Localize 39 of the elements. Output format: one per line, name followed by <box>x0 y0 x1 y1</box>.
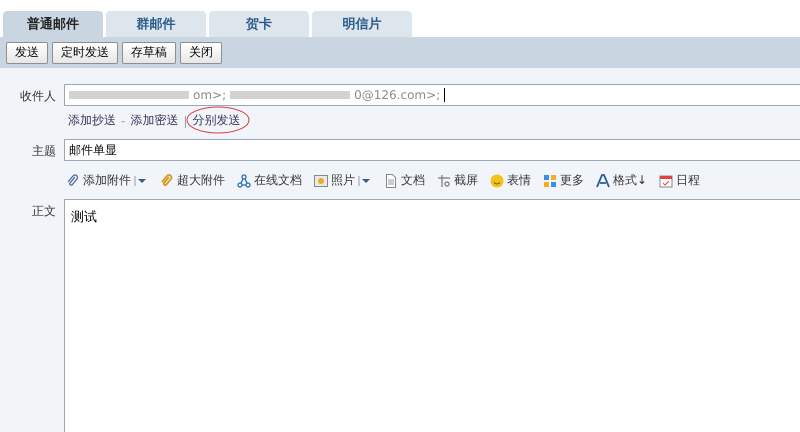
tool-button[interactable]: 格式↓ <box>596 172 648 189</box>
tool-button[interactable]: 日程 <box>659 172 700 189</box>
tool-button[interactable]: 文档 <box>384 172 425 189</box>
link[interactable]: 添加抄送 <box>68 113 116 127</box>
recipients-field[interactable]: om>; 0@126.com>; <box>64 84 800 106</box>
recipient-text: 0@126.com>; <box>354 88 440 102</box>
tool-button[interactable]: 超大附件 <box>160 172 225 189</box>
font-icon <box>596 174 610 188</box>
subject-field[interactable]: 邮件单显 <box>64 139 800 161</box>
document-icon <box>384 174 398 188</box>
recipient-text: om>; <box>193 88 226 102</box>
photo-icon <box>314 174 328 188</box>
grid-icon <box>543 174 557 188</box>
tool-button[interactable]: 在线文档 <box>237 172 302 189</box>
tab[interactable]: 普通邮件 <box>3 11 103 37</box>
tool-button[interactable]: 照片 <box>314 172 372 189</box>
field-label: 主题 <box>32 143 57 160</box>
action-button[interactable]: 定时发送 <box>52 42 118 64</box>
action-button[interactable]: 关闭 <box>180 42 222 64</box>
action-button[interactable]: 存草稿 <box>122 42 176 64</box>
paperclip-icon <box>66 174 80 188</box>
tool-button[interactable]: 更多 <box>543 172 584 189</box>
tool-button[interactable]: 截屏 <box>437 172 478 189</box>
separator-text: - <box>121 114 126 128</box>
tab[interactable]: 群邮件 <box>106 11 206 37</box>
separator-text: | <box>183 114 188 128</box>
tab[interactable]: 贺卡 <box>209 11 309 37</box>
link[interactable]: 添加密送 <box>130 113 178 127</box>
field-label: 正文 <box>32 203 57 220</box>
tab[interactable]: 明信片 <box>312 11 412 37</box>
tool-button[interactable]: 添加附件 <box>66 172 148 189</box>
action-button[interactable]: 发送 <box>6 42 48 64</box>
calendar-icon <box>659 174 674 188</box>
paperclip-icon <box>160 174 174 188</box>
tool-button[interactable]: 表情 <box>490 172 531 189</box>
field-label: 收件人 <box>20 88 57 105</box>
body-editor[interactable]: 测试 <box>64 199 800 432</box>
smiley-icon <box>490 174 504 188</box>
share-icon <box>237 174 251 188</box>
